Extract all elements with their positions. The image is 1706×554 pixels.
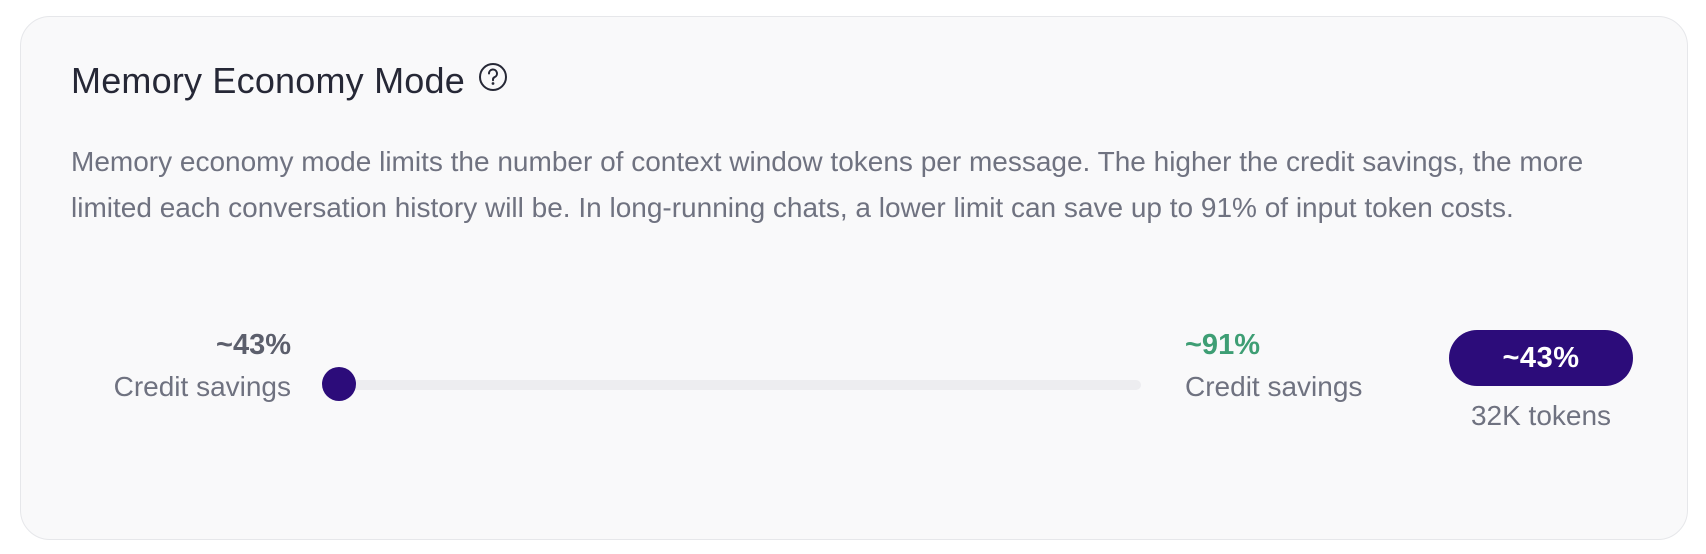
card-title: Memory Economy Mode [71, 60, 465, 101]
max-savings-label: ~91% Credit savings [1185, 327, 1362, 407]
min-savings-label: ~43% Credit savings [71, 327, 291, 407]
question-circle-icon[interactable] [477, 61, 509, 93]
current-selection: ~43% 32K tokens [1449, 330, 1633, 436]
slider-thumb[interactable] [322, 367, 356, 401]
card-description: Memory economy mode limits the number of… [71, 146, 1584, 223]
slider-track[interactable] [339, 380, 1141, 390]
max-savings-value: ~91% [1185, 329, 1260, 361]
memory-economy-card: Memory Economy Mode Memory economy mode … [20, 16, 1688, 540]
token-limit-label: 32K tokens [1470, 400, 1612, 431]
min-savings-value: ~43% [216, 329, 291, 361]
max-savings-caption: Credit savings [1185, 371, 1363, 402]
savings-slider[interactable] [322, 367, 1141, 403]
title-row: Memory Economy Mode [71, 63, 509, 99]
min-savings-caption: Credit savings [113, 371, 291, 402]
savings-badge[interactable]: ~43% [1449, 330, 1633, 386]
